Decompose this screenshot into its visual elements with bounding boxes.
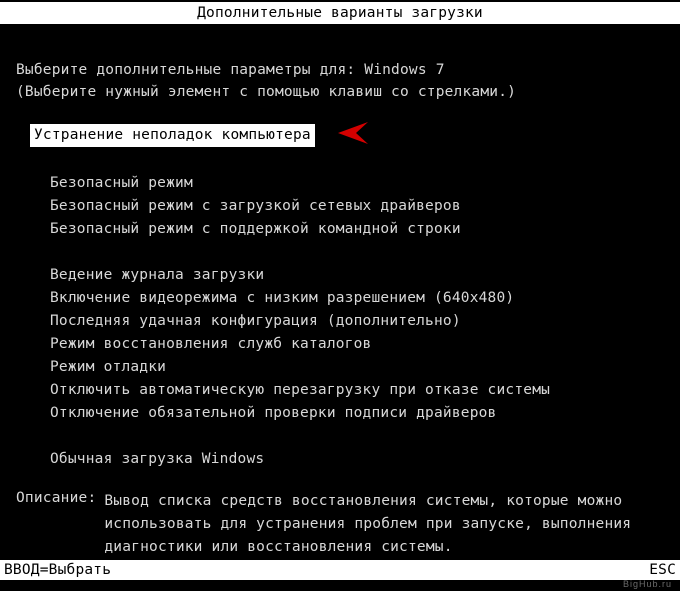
menu-item-label: Устранение неполадок компьютера — [30, 124, 315, 147]
description-label: Описание: — [16, 490, 104, 559]
menu-item-boot-log[interactable]: Ведение журнала загрузки — [30, 264, 670, 287]
boot-menu: Устранение неполадок компьютера Безопасн… — [30, 122, 670, 471]
footer-enter-hint: ВВОД=Выбрать — [4, 560, 111, 580]
menu-item-label: Безопасный режим с загрузкой сетевых дра… — [50, 198, 461, 214]
menu-item-ds-restore[interactable]: Режим восстановления служб каталогов — [30, 333, 670, 356]
menu-item-label: Ведение журнала загрузки — [50, 267, 264, 283]
menu-item-normal-boot[interactable]: Обычная загрузка Windows — [30, 448, 670, 471]
page-title: Дополнительные варианты загрузки — [0, 2, 680, 24]
menu-item-label: Обычная загрузка Windows — [50, 451, 264, 467]
description-row: Описание: Вывод списка средств восстанов… — [16, 490, 666, 559]
instruction-hint: (Выберите нужный элемент с помощью клави… — [16, 84, 516, 100]
menu-item-disable-sig[interactable]: Отключение обязательной проверки подписи… — [30, 402, 670, 425]
menu-item-debug[interactable]: Режим отладки — [30, 356, 670, 379]
pointer-arrow-icon — [330, 122, 368, 148]
menu-item-label: Отключение обязательной проверки подписи… — [50, 405, 497, 421]
menu-item-label: Режим отладки — [50, 359, 166, 375]
menu-item-label: Режим восстановления служб каталогов — [50, 336, 371, 352]
menu-item-safe-mode[interactable]: Безопасный режим — [30, 172, 670, 195]
menu-item-label: Отключить автоматическую перезагрузку пр… — [50, 382, 550, 398]
menu-item-low-res[interactable]: Включение видеорежима с низким разрешени… — [30, 287, 670, 310]
menu-item-last-known-good[interactable]: Последняя удачная конфигурация (дополнит… — [30, 310, 670, 333]
watermark: BigHub.ru — [623, 579, 672, 589]
menu-item-label: Безопасный режим — [50, 175, 193, 191]
menu-item-label: Включение видеорежима с низким разрешени… — [50, 290, 514, 306]
footer-esc-hint: ESC — [649, 560, 676, 580]
menu-item-repair[interactable]: Устранение неполадок компьютера — [30, 122, 670, 149]
instruction-prefix: Выберите дополнительные параметры для: — [16, 62, 364, 78]
boot-options-screen: Дополнительные варианты загрузки Выберит… — [0, 0, 680, 591]
menu-item-no-auto-restart[interactable]: Отключить автоматическую перезагрузку пр… — [30, 379, 670, 402]
menu-item-label: Последняя удачная конфигурация (дополнит… — [50, 313, 461, 329]
description-text: Вывод списка средств восстановления сист… — [104, 490, 666, 559]
menu-item-safe-mode-cmd[interactable]: Безопасный режим с поддержкой командной … — [30, 218, 670, 241]
menu-item-label: Безопасный режим с поддержкой командной … — [50, 221, 461, 237]
footer-bar: ВВОД=Выбрать ESC — [0, 560, 680, 580]
instruction-line: Выберите дополнительные параметры для: W… — [16, 62, 445, 78]
os-name: Windows 7 — [364, 62, 444, 78]
menu-item-safe-mode-net[interactable]: Безопасный режим с загрузкой сетевых дра… — [30, 195, 670, 218]
